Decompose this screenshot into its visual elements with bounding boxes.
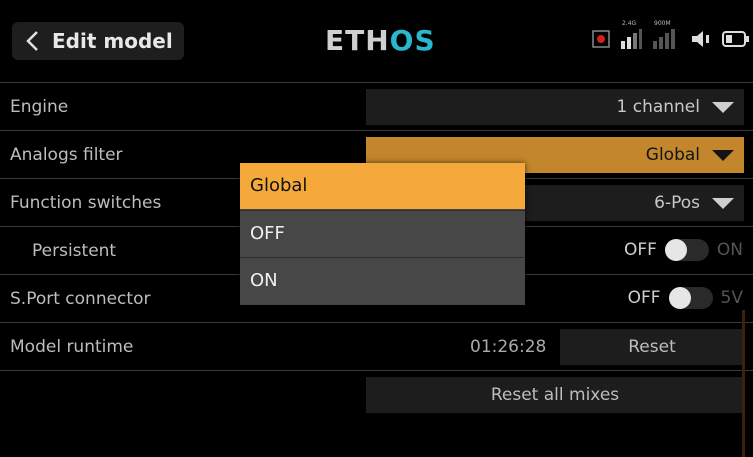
toggle-knob <box>668 287 691 309</box>
row-reset-all: Reset all mixes <box>0 370 753 419</box>
dropdown-arrow-icon <box>712 101 734 113</box>
header-bar: Edit model ETHOS 2.4G 900M <box>0 0 753 82</box>
persistent-label: Persistent <box>32 241 117 261</box>
row-engine: Engine 1 channel <box>0 82 753 131</box>
analogs-filter-label: Analogs filter <box>10 145 123 165</box>
record-icon <box>592 30 610 52</box>
back-button[interactable]: Edit model <box>12 22 184 60</box>
reset-all-mixes-button[interactable]: Reset all mixes <box>366 377 744 413</box>
sport-connector-toggle[interactable]: OFF 5V <box>628 287 743 309</box>
function-switches-label: Function switches <box>10 193 162 213</box>
model-runtime-value: 01:26:28 <box>470 337 547 357</box>
reset-runtime-button[interactable]: Reset <box>560 329 744 365</box>
dropdown-arrow-icon <box>712 197 734 209</box>
dropdown-option-off[interactable]: OFF <box>240 210 525 256</box>
signal-2g4-icon[interactable]: 2.4G <box>620 20 642 53</box>
toggle-track[interactable] <box>668 287 713 309</box>
chevron-left-icon <box>12 22 52 60</box>
signal-900m-icon[interactable]: 900M <box>652 20 680 53</box>
volume-icon[interactable] <box>690 29 712 53</box>
ethos-logo: ETHOS <box>325 24 436 57</box>
analogs-filter-dropdown: Global OFF ON <box>240 163 525 305</box>
model-runtime-label: Model runtime <box>10 337 134 357</box>
engine-select[interactable]: 1 channel <box>366 89 744 125</box>
page-title: Edit model <box>52 29 173 53</box>
dropdown-option-global[interactable]: Global <box>240 163 525 209</box>
dropdown-option-on[interactable]: ON <box>240 257 525 303</box>
persistent-toggle[interactable]: OFF ON <box>624 239 743 261</box>
toggle-knob <box>664 239 687 261</box>
scroll-edge <box>742 310 745 457</box>
battery-icon[interactable] <box>722 30 750 52</box>
row-model-runtime: Model runtime 01:26:28 Reset <box>0 322 753 371</box>
toggle-track[interactable] <box>664 239 709 261</box>
status-bar: 2.4G 900M <box>592 20 750 54</box>
dropdown-arrow-icon <box>712 149 734 161</box>
engine-label: Engine <box>10 97 69 117</box>
sport-connector-label: S.Port connector <box>10 289 151 309</box>
